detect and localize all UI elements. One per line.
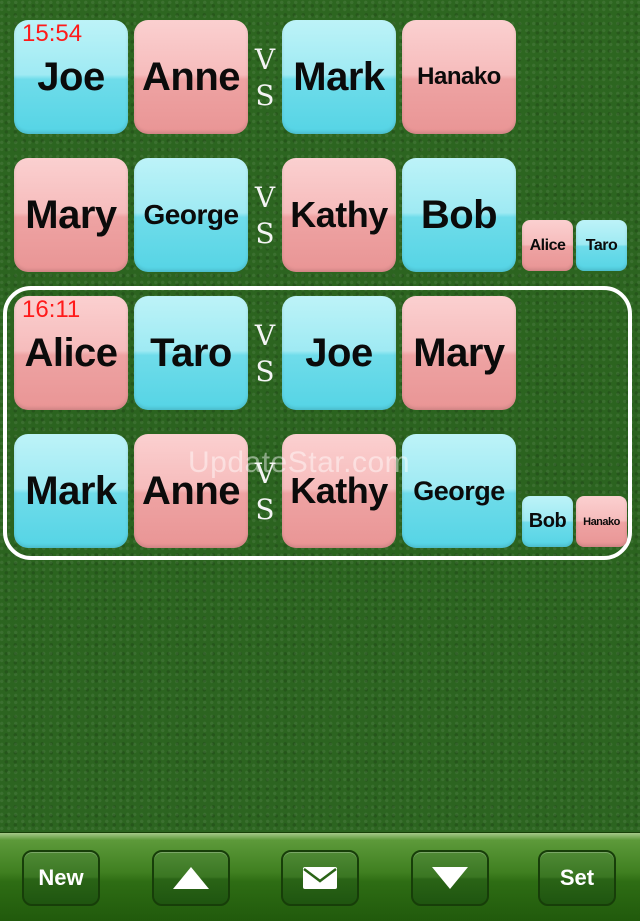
- mail-button[interactable]: [281, 850, 359, 906]
- player-tile[interactable]: Joe: [282, 296, 396, 410]
- round-1-time: 15:54: [22, 20, 83, 47]
- resting-player-tile[interactable]: Bob: [522, 496, 573, 547]
- triangle-down-icon: [432, 867, 468, 889]
- player-tile[interactable]: George: [134, 158, 248, 272]
- up-button[interactable]: [152, 850, 230, 906]
- new-button[interactable]: New: [22, 850, 100, 906]
- resting-player-tile[interactable]: Taro: [576, 220, 627, 271]
- player-tile[interactable]: Bob: [402, 158, 516, 272]
- player-tile[interactable]: Mark: [14, 434, 128, 548]
- set-button[interactable]: Set: [538, 850, 616, 906]
- player-tile[interactable]: Mary: [402, 296, 516, 410]
- vs-label: VS: [254, 43, 276, 112]
- player-tile[interactable]: Taro: [134, 296, 248, 410]
- player-tile[interactable]: Anne: [134, 20, 248, 134]
- down-button[interactable]: [411, 850, 489, 906]
- player-tile[interactable]: Mark: [282, 20, 396, 134]
- watermark: UpdateStar.com: [188, 446, 411, 479]
- bottom-toolbar: New Set: [0, 832, 640, 921]
- player-tile[interactable]: Kathy: [282, 158, 396, 272]
- triangle-up-icon: [173, 867, 209, 889]
- player-tile[interactable]: George: [402, 434, 516, 548]
- vs-label: VS: [254, 319, 276, 388]
- player-tile[interactable]: Hanako: [402, 20, 516, 134]
- envelope-icon: [303, 867, 337, 889]
- resting-player-tile[interactable]: Alice: [522, 220, 573, 271]
- resting-player-tile[interactable]: Hanako: [576, 496, 627, 547]
- player-tile[interactable]: Mary: [14, 158, 128, 272]
- vs-label: VS: [254, 181, 276, 250]
- round-2-time: 16:11: [22, 296, 81, 323]
